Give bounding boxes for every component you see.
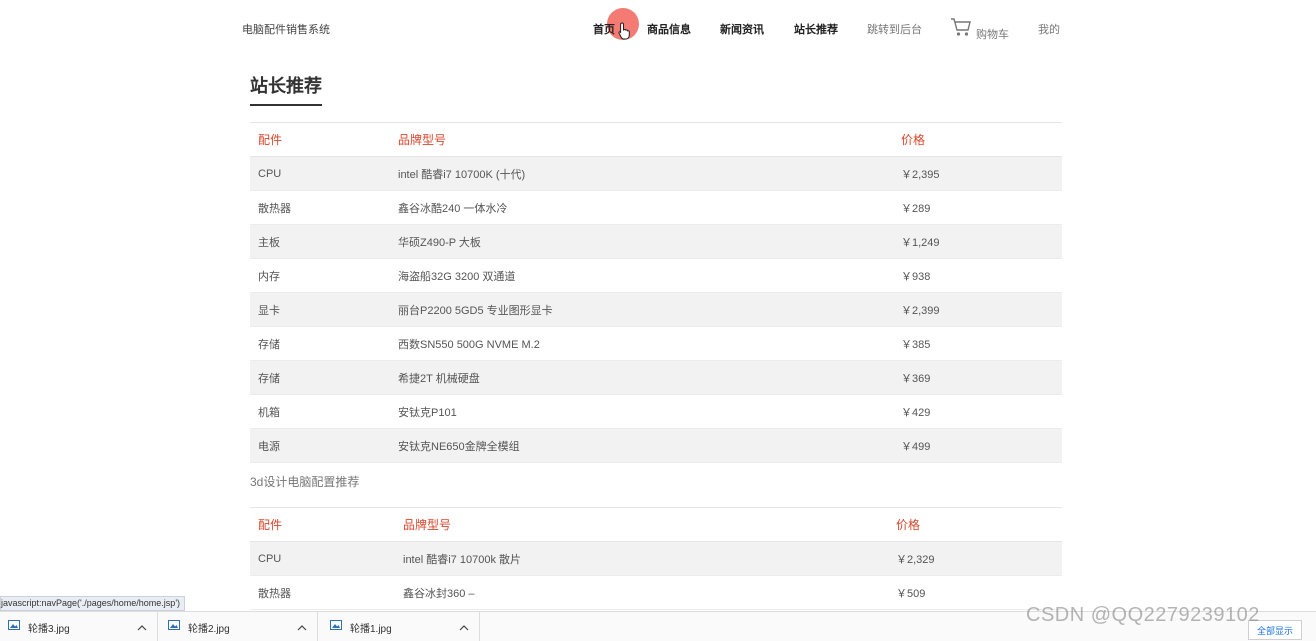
cell-price: ￥2,395 xyxy=(901,168,940,181)
page-title: 站长推荐 xyxy=(250,72,322,106)
download-item[interactable]: 轮播2.jpg xyxy=(160,612,318,641)
cell-price: ￥2,399 xyxy=(901,304,940,317)
col-header-part: 配件 xyxy=(258,133,283,147)
table-row: 存储 西数SN550 500G NVME M.2 ￥385 xyxy=(250,327,1062,361)
cell-price: ￥509 xyxy=(896,587,926,600)
table-row: 机箱 安钛克P101 ￥429 xyxy=(250,395,1062,429)
cart-link[interactable]: 购物车 xyxy=(950,17,1009,42)
cell-price: ￥289 xyxy=(901,202,931,215)
download-filename: 轮播1.jpg xyxy=(350,623,392,635)
cell-part: 散热器 xyxy=(258,202,291,215)
cell-model: 鑫谷冰封360 – xyxy=(403,587,475,600)
cell-part: 内存 xyxy=(258,270,280,283)
table-row: 存储 希捷2T 机械硬盘 ￥369 xyxy=(250,361,1062,395)
image-file-icon xyxy=(168,618,180,636)
chevron-up-icon[interactable] xyxy=(137,618,147,636)
table-row: CPU intel 酷睿i7 10700K (十代) ￥2,395 xyxy=(250,157,1062,191)
cell-model: 华硕Z490-P 大板 xyxy=(398,236,481,249)
nav-mine[interactable]: 我的 xyxy=(1038,21,1060,37)
table-row: 内存 海盗船32G 3200 双通道 ￥938 xyxy=(250,259,1062,293)
table-row: 显卡 丽台P2200 5GD5 专业图形显卡 ￥2,399 xyxy=(250,293,1062,327)
cell-part: 机箱 xyxy=(258,406,280,419)
download-item[interactable]: 轮播1.jpg xyxy=(322,612,480,641)
download-filename: 轮播2.jpg xyxy=(188,623,230,635)
cell-part: 显卡 xyxy=(258,304,280,317)
table-header-row: 配件 品牌型号 价格 xyxy=(250,508,1062,542)
cell-price: ￥2,329 xyxy=(896,553,935,566)
cell-price: ￥429 xyxy=(901,406,931,419)
nav-backend[interactable]: 跳转到后台 xyxy=(867,21,922,37)
cell-price: ￥369 xyxy=(901,372,931,385)
image-file-icon xyxy=(330,618,342,636)
table-header-row: 配件 品牌型号 价格 xyxy=(250,123,1062,157)
design-config-table: 配件 品牌型号 价格 CPU intel 酷睿i7 10700k 散片 ￥2,3… xyxy=(250,507,1062,610)
col-header-part: 配件 xyxy=(258,518,283,532)
cell-model: 西数SN550 500G NVME M.2 xyxy=(398,338,540,351)
cell-model: 安钛克NE650金牌全模组 xyxy=(398,440,520,453)
table-row: 散热器 鑫谷冰封360 – ￥509 xyxy=(250,576,1062,610)
nav-news[interactable]: 新闻资讯 xyxy=(720,21,764,37)
cell-model: 丽台P2200 5GD5 专业图形显卡 xyxy=(398,304,553,317)
table-row: CPU intel 酷睿i7 10700k 散片 ￥2,329 xyxy=(250,542,1062,576)
col-header-model: 品牌型号 xyxy=(403,518,452,532)
table-row: 主板 华硕Z490-P 大板 ￥1,249 xyxy=(250,225,1062,259)
cell-price: ￥938 xyxy=(901,270,931,283)
table-row: 电源 安钛克NE650金牌全模组 ￥499 xyxy=(250,429,1062,463)
cell-model: 鑫谷冰酷240 一体水冷 xyxy=(398,202,508,215)
cell-part: 主板 xyxy=(258,236,280,249)
nav-recommend[interactable]: 站长推荐 xyxy=(794,21,838,37)
col-header-model: 品牌型号 xyxy=(398,133,447,147)
top-header: 电脑配件销售系统 首页 商品信息 新闻资讯 站长推荐 跳转到后台 购物车 我的 xyxy=(0,0,1316,56)
cart-label: 购物车 xyxy=(976,29,1009,41)
section-subtitle: 3d设计电脑配置推荐 xyxy=(250,475,360,489)
table-row: 散热器 鑫谷冰酷240 一体水冷 ￥289 xyxy=(250,191,1062,225)
col-header-price: 价格 xyxy=(901,133,926,147)
site-brand[interactable]: 电脑配件销售系统 xyxy=(242,21,330,37)
cell-model: 安钛克P101 xyxy=(398,406,457,419)
watermark: CSDN @QQ2279239102 xyxy=(1026,604,1260,626)
cell-price: ￥1,249 xyxy=(901,236,940,249)
chevron-up-icon[interactable] xyxy=(459,618,469,636)
cell-part: CPU xyxy=(258,167,282,180)
image-file-icon xyxy=(8,618,20,636)
nav-home[interactable]: 首页 xyxy=(593,21,615,37)
nav-products[interactable]: 商品信息 xyxy=(647,21,691,37)
cell-part: 电源 xyxy=(258,440,280,453)
cell-part: 散热器 xyxy=(258,587,291,600)
cell-part: 存储 xyxy=(258,338,280,351)
download-filename: 轮播3.jpg xyxy=(28,623,70,635)
cart-icon xyxy=(950,17,972,42)
cell-part: CPU xyxy=(258,552,282,565)
cell-model: 希捷2T 机械硬盘 xyxy=(398,372,480,385)
cell-model: intel 酷睿i7 10700K (十代) xyxy=(398,168,526,181)
cell-model: 海盗船32G 3200 双通道 xyxy=(398,270,516,283)
cell-model: intel 酷睿i7 10700k 散片 xyxy=(403,553,521,566)
cell-price: ￥385 xyxy=(901,338,931,351)
hand-cursor-icon xyxy=(618,22,632,45)
chevron-up-icon[interactable] xyxy=(297,618,307,636)
download-item[interactable]: 轮播3.jpg xyxy=(0,612,158,641)
col-header-price: 价格 xyxy=(896,518,921,532)
status-bar-url: javascript:navPage('./pages/home/home.js… xyxy=(0,596,186,611)
cell-part: 存储 xyxy=(258,372,280,385)
recommend-table: 配件 品牌型号 价格 CPU intel 酷睿i7 10700K (十代) ￥2… xyxy=(250,122,1062,463)
cell-price: ￥499 xyxy=(901,440,931,453)
